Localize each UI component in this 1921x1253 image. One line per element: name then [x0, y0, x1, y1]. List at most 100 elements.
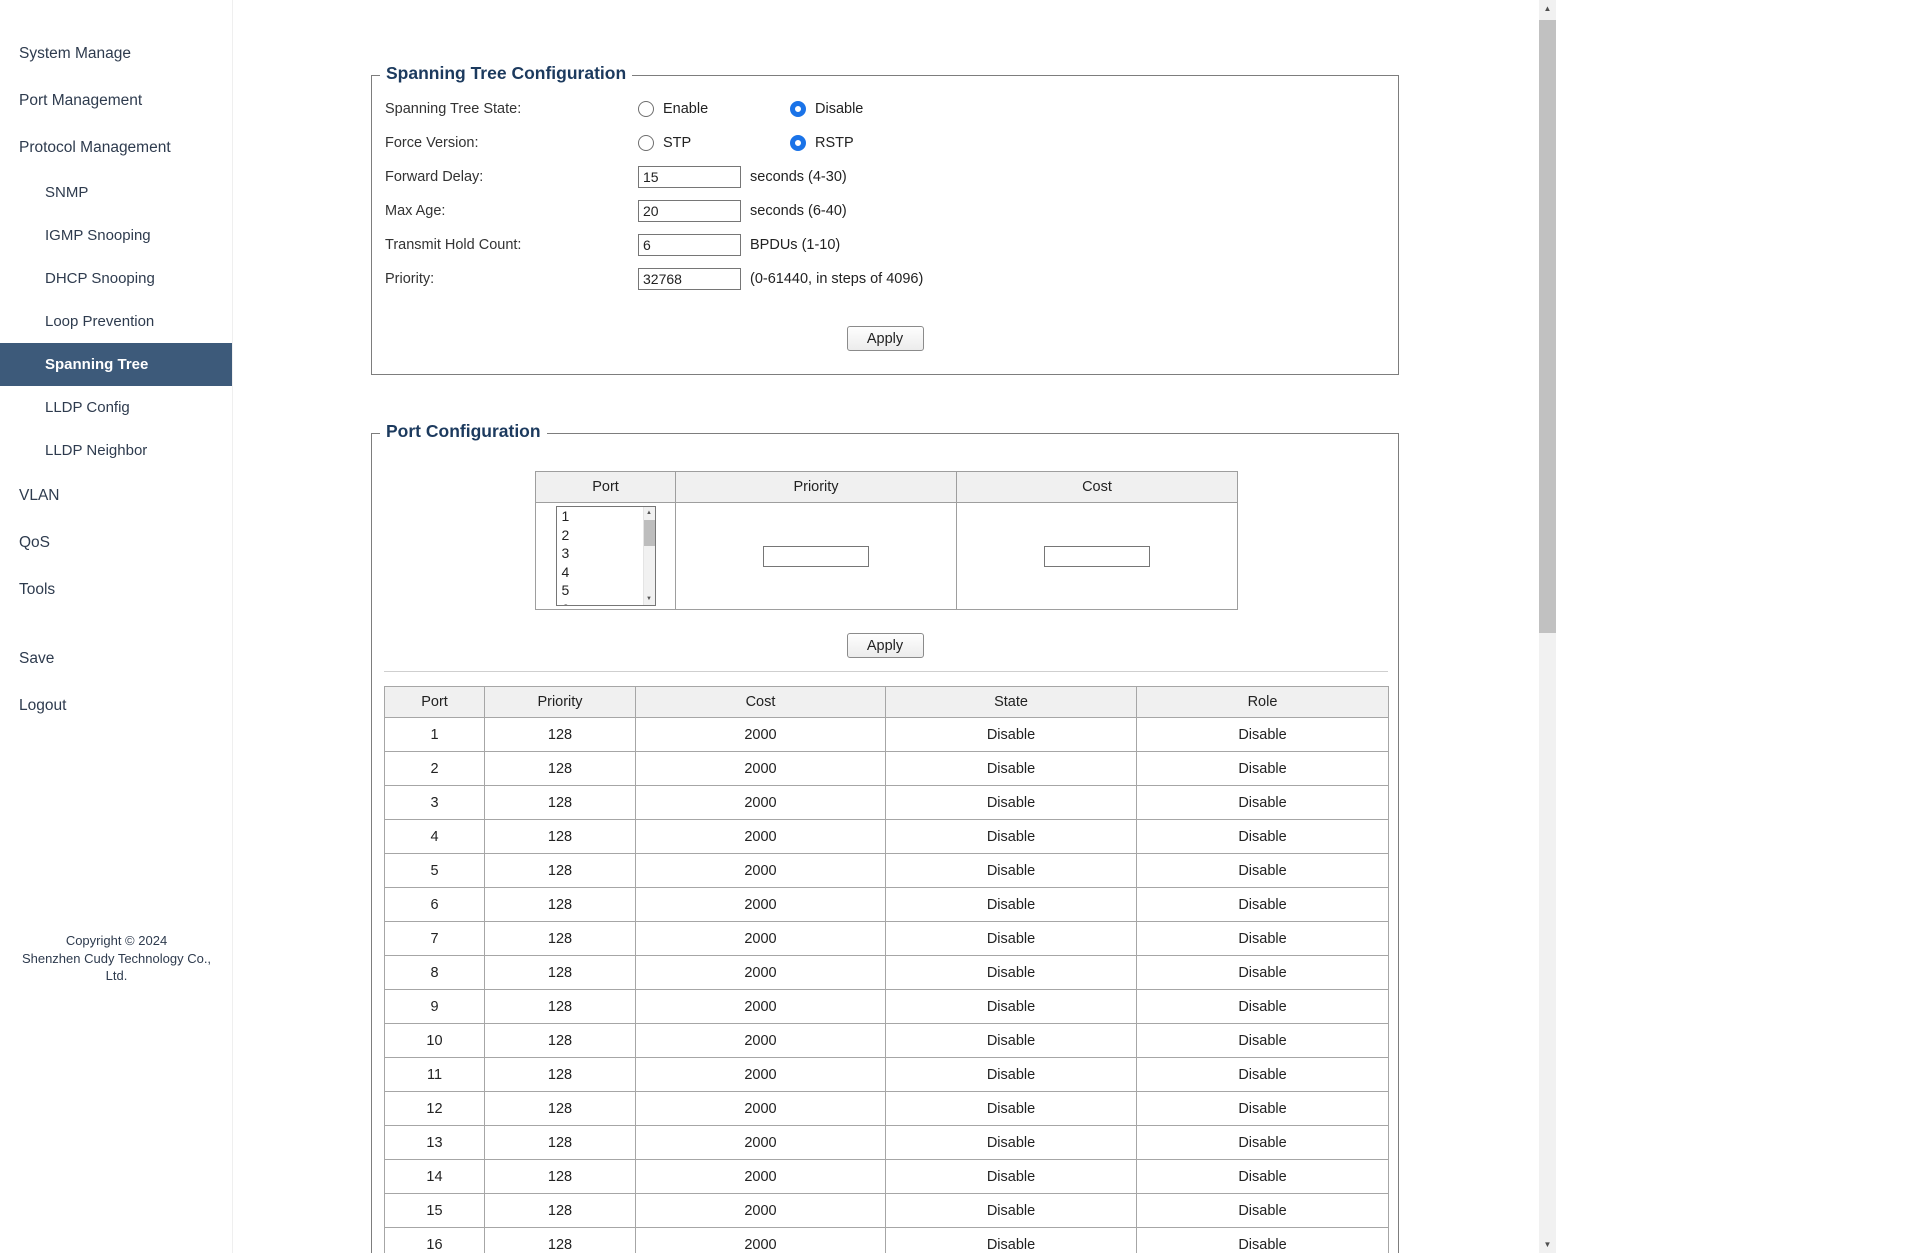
cell-role: Disable: [1137, 820, 1389, 854]
cell-cost: 2000: [636, 1058, 886, 1092]
port-option-2[interactable]: 2: [557, 526, 655, 545]
port-status-row-9: 91282000DisableDisable: [385, 990, 1389, 1024]
cell-priority: 128: [485, 820, 636, 854]
port-status-row-1: 11282000DisableDisable: [385, 718, 1389, 752]
page-scroll-down-icon[interactable]: ▼: [1539, 1236, 1556, 1253]
cell-priority: 128: [485, 1160, 636, 1194]
port-option-4[interactable]: 4: [557, 563, 655, 582]
port-option-1[interactable]: 1: [557, 507, 655, 526]
cell-priority: 128: [485, 718, 636, 752]
stp-radio[interactable]: [638, 135, 654, 151]
cell-cost: 2000: [636, 1160, 886, 1194]
sidebar-item-logout[interactable]: Logout: [0, 682, 232, 729]
column-header-cost: Cost: [636, 687, 886, 718]
rstp-radio[interactable]: [790, 135, 806, 151]
transmit-hold-count-label: Transmit Hold Count:: [385, 237, 638, 253]
cell-priority: 128: [485, 1194, 636, 1228]
port-listbox[interactable]: 12345678 ▲ ▼: [556, 506, 656, 606]
cell-cost: 2000: [636, 922, 886, 956]
sidebar-item-vlan[interactable]: VLAN: [0, 472, 232, 519]
disable-radio[interactable]: [790, 101, 806, 117]
cell-port: 14: [385, 1160, 485, 1194]
sidebar-item-lldp-config[interactable]: LLDP Config: [0, 386, 232, 429]
cell-role: Disable: [1137, 718, 1389, 752]
radio-option-disable[interactable]: Disable: [790, 101, 942, 117]
cfg-input-row: 12345678 ▲ ▼: [536, 503, 1238, 610]
column-header-priority: Priority: [485, 687, 636, 718]
port-status-row-3: 31282000DisableDisable: [385, 786, 1389, 820]
port-option-3[interactable]: 3: [557, 544, 655, 563]
cell-state: Disable: [886, 1228, 1137, 1253]
transmit-hold-count-input[interactable]: [638, 234, 741, 256]
cell-priority: 128: [485, 990, 636, 1024]
sidebar-item-spanning-tree[interactable]: Spanning Tree: [0, 343, 232, 386]
listbox-scroll-down-icon[interactable]: ▼: [644, 594, 655, 604]
page-scrollbar[interactable]: ▲ ▼: [1539, 0, 1556, 1253]
spanning-tree-state-label: Spanning Tree State:: [385, 101, 638, 117]
radio-option-stp[interactable]: STP: [638, 135, 790, 151]
enable-radio[interactable]: [638, 101, 654, 117]
page-scroll-up-icon[interactable]: ▲: [1539, 0, 1556, 17]
cell-port: 10: [385, 1024, 485, 1058]
sidebar-item-tools[interactable]: Tools: [0, 566, 232, 613]
port-status-row-14: 141282000DisableDisable: [385, 1160, 1389, 1194]
cell-priority: 128: [485, 1092, 636, 1126]
cell-port: 11: [385, 1058, 485, 1092]
sidebar-item-port-management[interactable]: Port Management: [0, 77, 232, 124]
port-listbox-scrollbar[interactable]: ▲ ▼: [643, 507, 655, 605]
max-age-hint: seconds (6-40): [750, 203, 847, 219]
listbox-scrollbar-thumb[interactable]: [644, 520, 655, 546]
cell-cost: 2000: [636, 718, 886, 752]
sidebar-item-snmp[interactable]: SNMP: [0, 171, 232, 214]
forward-delay-input[interactable]: [638, 166, 741, 188]
cell-cost: 2000: [636, 1126, 886, 1160]
form-row-max-age: Max Age: seconds (6-40): [385, 194, 1398, 228]
cell-cost: 2000: [636, 854, 886, 888]
spanning-tree-config-section: Spanning Tree Configuration Spanning Tre…: [371, 75, 1399, 375]
column-header-state: State: [886, 687, 1137, 718]
sidebar-item-loop-prevention[interactable]: Loop Prevention: [0, 300, 232, 343]
sidebar-item-igmp-snooping[interactable]: IGMP Snooping: [0, 214, 232, 257]
column-header-port: Port: [536, 472, 676, 503]
cell-role: Disable: [1137, 752, 1389, 786]
sidebar-item-save[interactable]: Save: [0, 635, 232, 682]
cell-cost: 2000: [636, 1024, 886, 1058]
port-priority-input[interactable]: [763, 546, 869, 567]
sidebar-item-system-manage[interactable]: System Manage: [0, 30, 232, 77]
sidebar-item-lldp-neighbor[interactable]: LLDP Neighbor: [0, 429, 232, 472]
priority-input[interactable]: [638, 268, 741, 290]
stp-form: Spanning Tree State: Enable Disable Forc…: [372, 76, 1398, 296]
cell-port: 6: [385, 888, 485, 922]
radio-option-rstp[interactable]: RSTP: [790, 135, 942, 151]
max-age-input[interactable]: [638, 200, 741, 222]
port-cost-input[interactable]: [1044, 546, 1150, 567]
sidebar-item-dhcp-snooping[interactable]: DHCP Snooping: [0, 257, 232, 300]
cell-state: Disable: [886, 854, 1137, 888]
forward-delay-label: Forward Delay:: [385, 169, 638, 185]
cell-port: 16: [385, 1228, 485, 1253]
port-option-6[interactable]: 6: [557, 600, 655, 607]
page-scrollbar-thumb[interactable]: [1539, 20, 1556, 633]
cell-cost: 2000: [636, 1092, 886, 1126]
port-option-5[interactable]: 5: [557, 581, 655, 600]
cell-port: 5: [385, 854, 485, 888]
cell-priority: 128: [485, 956, 636, 990]
copyright-line: Copyright © 2024: [0, 932, 233, 950]
copyright-line: Shenzhen Cudy Technology Co.,: [0, 950, 233, 968]
port-status-row-16: 161282000DisableDisable: [385, 1228, 1389, 1253]
cell-cost: 2000: [636, 956, 886, 990]
stp-apply-button[interactable]: Apply: [847, 326, 924, 351]
cell-state: Disable: [886, 752, 1137, 786]
radio-option-enable[interactable]: Enable: [638, 101, 790, 117]
sidebar-item-protocol-management[interactable]: Protocol Management: [0, 124, 232, 171]
form-row-transmit-hold-count: Transmit Hold Count: BPDUs (1-10): [385, 228, 1398, 262]
cell-port: 15: [385, 1194, 485, 1228]
listbox-scroll-up-icon[interactable]: ▲: [644, 508, 655, 518]
sidebar-item-qos[interactable]: QoS: [0, 519, 232, 566]
cell-port: 9: [385, 990, 485, 1024]
status-tbody: 11282000DisableDisable21282000DisableDis…: [385, 718, 1389, 1253]
port-status-row-12: 121282000DisableDisable: [385, 1092, 1389, 1126]
port-apply-button[interactable]: Apply: [847, 633, 924, 658]
form-row-force-version: Force Version: STP RSTP: [385, 126, 1398, 160]
cell-state: Disable: [886, 1160, 1137, 1194]
